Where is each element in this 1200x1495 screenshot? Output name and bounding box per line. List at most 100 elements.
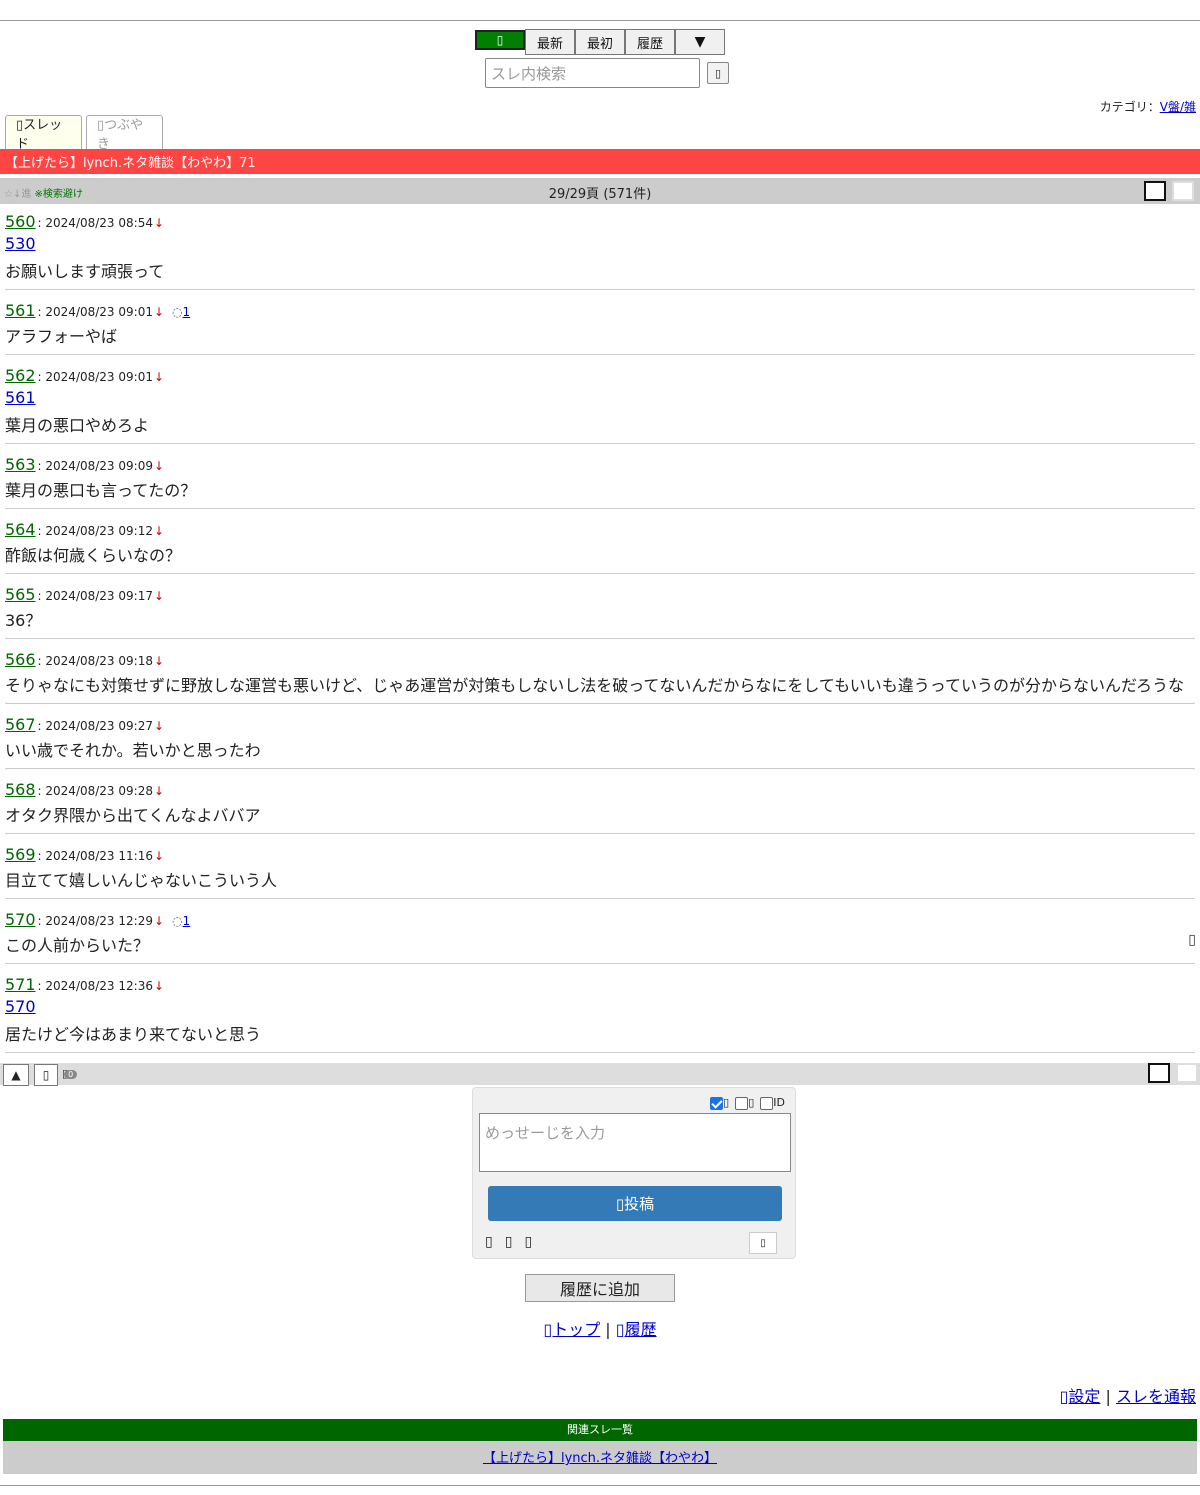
- post-header: 564: 2024/08/23 09:12 ↓: [5, 520, 1195, 542]
- bottom-box-button[interactable]: ▯: [34, 1064, 58, 1086]
- nav-latest-button[interactable]: 最新: [525, 29, 575, 55]
- submit-post-button[interactable]: ▯投稿: [488, 1186, 782, 1221]
- post-body: 36？: [5, 611, 42, 630]
- post-header: 562: 2024/08/23 09:01 ↓: [5, 366, 1195, 388]
- form-tools: ▯ ▯ ▯: [485, 1234, 532, 1250]
- add-to-history-button[interactable]: 履歴に追加: [525, 1274, 675, 1302]
- layout-toggle-button[interactable]: [1144, 181, 1166, 201]
- down-arrow-icon[interactable]: ↓: [154, 589, 164, 603]
- post-number-link[interactable]: 569: [5, 845, 36, 864]
- reply-count-link[interactable]: 1: [183, 305, 191, 319]
- related-threads-list: 【上げたら】lynch.ネタ雑談【わやわ】: [3, 1441, 1197, 1474]
- post-anchor-link[interactable]: 570: [5, 997, 1195, 1021]
- post: 564: 2024/08/23 09:12 ↓ 酢飯は何歳くらいなの？: [5, 520, 1195, 574]
- down-arrow-icon[interactable]: ↓: [154, 849, 164, 863]
- post-date: : 2024/08/23 09:28: [37, 784, 153, 798]
- post-number-link[interactable]: 570: [5, 910, 36, 929]
- settings-links: ▯設定 | スレを通報: [1059, 1387, 1196, 1406]
- post-header: 569: 2024/08/23 11:16 ↓: [5, 845, 1195, 867]
- post-body: アラフォーやば: [5, 327, 118, 346]
- post-body: 目立てて嬉しいんじゃないこういう人: [5, 871, 278, 890]
- nav-menu-dropdown[interactable]: ▼: [675, 29, 725, 55]
- post-form: ▯ ▯ ID めっせーじを入力 ▯投稿 ▯ ▯ ▯ ▯: [472, 1087, 796, 1259]
- search-input[interactable]: スレ内検索: [485, 58, 700, 88]
- post-body: いい歳でそれか。若いかと思ったわ: [5, 741, 261, 760]
- post: 563: 2024/08/23 09:09 ↓ 葉月の悪口も言ってたの？: [5, 455, 1195, 509]
- post-header: 560: 2024/08/23 08:54 ↓: [5, 212, 1195, 234]
- post-body: この人前からいた？: [5, 936, 150, 955]
- form-extra-button[interactable]: ▯: [749, 1232, 777, 1254]
- post-number-link[interactable]: 562: [5, 366, 36, 385]
- post-anchor-link[interactable]: 530: [5, 234, 1195, 258]
- down-arrow-icon[interactable]: ↓: [154, 719, 164, 733]
- layout-toggle-alt-button[interactable]: [1172, 181, 1194, 201]
- history-link[interactable]: ▯履歴: [616, 1320, 657, 1339]
- post-date: : 2024/08/23 09:01: [37, 370, 153, 384]
- post-header: 568: 2024/08/23 09:28 ↓: [5, 780, 1195, 802]
- post-header: 567: 2024/08/23 09:27 ↓: [5, 715, 1195, 737]
- post-options: ▯ ▯ ID: [710, 1096, 785, 1110]
- post-number-link[interactable]: 563: [5, 455, 36, 474]
- related-thread-link[interactable]: 【上げたら】lynch.ネタ雑談【わやわ】: [483, 1451, 717, 1466]
- post-number-link[interactable]: 561: [5, 301, 36, 320]
- post: 570: 2024/08/23 12:29 ↓ ◌1 この人前からいた？: [5, 910, 1195, 964]
- post: 560: 2024/08/23 08:54 ↓ 530 お願いします頑張って: [5, 212, 1195, 290]
- down-arrow-icon[interactable]: ↓: [154, 305, 164, 319]
- bottom-divider: [0, 1485, 1200, 1486]
- bottom-layout-toggle-alt-button[interactable]: [1176, 1063, 1198, 1083]
- post-date: : 2024/08/23 09:09: [37, 459, 153, 473]
- message-textarea[interactable]: めっせーじを入力: [479, 1113, 791, 1172]
- scroll-side-icon[interactable]: ▯: [1188, 932, 1196, 948]
- post-number-link[interactable]: 564: [5, 520, 36, 539]
- down-arrow-icon[interactable]: ↓: [154, 914, 164, 928]
- nav-first-button[interactable]: 最初: [575, 29, 625, 55]
- down-arrow-icon[interactable]: ↓: [154, 784, 164, 798]
- nav-home-button[interactable]: ▯: [475, 30, 525, 50]
- post: 571: 2024/08/23 12:36 ↓ 570 居たけど今はあまり来てないと思…: [5, 975, 1195, 1053]
- form-tool-1-icon[interactable]: ▯: [485, 1234, 493, 1250]
- post: 565: 2024/08/23 09:17 ↓ 36？: [5, 585, 1195, 639]
- post: 561: 2024/08/23 09:01 ↓ ◌1 アラフォーやば: [5, 301, 1195, 355]
- down-arrow-icon[interactable]: ↓: [154, 654, 164, 668]
- down-arrow-icon[interactable]: ↓: [154, 216, 164, 230]
- form-tool-3-icon[interactable]: ▯: [524, 1234, 532, 1250]
- bottom-layout-toggle-button[interactable]: [1148, 1063, 1170, 1083]
- form-tool-2-icon[interactable]: ▯: [505, 1234, 513, 1250]
- post-anchor-link[interactable]: 561: [5, 388, 1195, 412]
- option-1-checkbox[interactable]: ▯: [710, 1096, 729, 1110]
- scroll-top-button[interactable]: ▲: [3, 1064, 29, 1086]
- category-link[interactable]: V盤/雑: [1160, 100, 1196, 114]
- settings-link[interactable]: ▯設定: [1060, 1387, 1101, 1406]
- footer-links: ▯トップ | ▯履歴: [543, 1320, 657, 1339]
- thread-title: 【上げたら】lynch.ネタ雑談【わやわ】71: [0, 149, 1200, 174]
- top-link[interactable]: ▯トップ: [543, 1320, 600, 1339]
- nav-history-button[interactable]: 履歴: [625, 29, 675, 55]
- top-divider: [0, 20, 1200, 21]
- post-number-link[interactable]: 565: [5, 585, 36, 604]
- option-2-checkbox[interactable]: ▯: [735, 1096, 754, 1110]
- reply-count: ◌1: [172, 914, 190, 928]
- post-date: : 2024/08/23 09:27: [37, 719, 153, 733]
- reply-bubble-icon: ◌: [172, 305, 183, 319]
- post-number-link[interactable]: 560: [5, 212, 36, 231]
- post-date: : 2024/08/23 08:54: [37, 216, 153, 230]
- post-number-link[interactable]: 567: [5, 715, 36, 734]
- down-arrow-icon[interactable]: ↓: [154, 370, 164, 384]
- down-arrow-icon[interactable]: ↓: [154, 979, 164, 993]
- tab-tweets[interactable]: ▯つぶやき: [86, 115, 163, 152]
- down-arrow-icon[interactable]: ↓: [154, 524, 164, 538]
- post-number-link[interactable]: 571: [5, 975, 36, 994]
- post-body: 葉月の悪口も言ってたの？: [5, 481, 197, 500]
- search-button[interactable]: ▯: [707, 62, 729, 84]
- notification-icon[interactable]: ▯0: [62, 1067, 78, 1080]
- down-arrow-icon[interactable]: ↓: [154, 459, 164, 473]
- reply-count-link[interactable]: 1: [183, 914, 191, 928]
- report-thread-link[interactable]: スレを通報: [1116, 1387, 1196, 1406]
- tab-thread[interactable]: ▯スレッド: [5, 115, 82, 152]
- post-number-link[interactable]: 566: [5, 650, 36, 669]
- post-header: 561: 2024/08/23 09:01 ↓ ◌1: [5, 301, 1195, 323]
- id-checkbox[interactable]: ID: [760, 1096, 785, 1110]
- post: 566: 2024/08/23 09:18 ↓ そりゃなにも対策せずに野放しな運営も…: [5, 650, 1195, 704]
- post: 569: 2024/08/23 11:16 ↓ 目立てて嬉しいんじゃないこういう人: [5, 845, 1195, 899]
- post-number-link[interactable]: 568: [5, 780, 36, 799]
